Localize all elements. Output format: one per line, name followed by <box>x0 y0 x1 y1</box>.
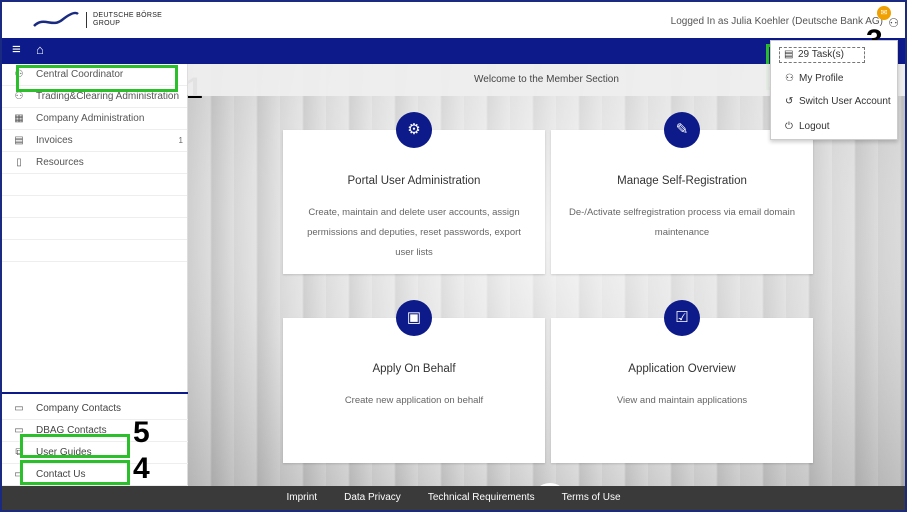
sidebar-item-label: Trading&Clearing Administration <box>36 91 180 102</box>
user-dropdown-menu: ▤ 29 Task(s) ⚇ My Profile ↺ Switch User Acc… <box>770 40 898 140</box>
logo-text: DEUTSCHE BÖRSE GROUP <box>86 12 162 28</box>
invoice-count-badge: 1 <box>178 136 183 145</box>
card-title: Portal User Administration <box>347 175 481 187</box>
card-description: Create new application on behalf <box>344 395 484 406</box>
registration-icon: ✎ <box>664 112 700 148</box>
logo-line-1: DEUTSCHE BÖRSE <box>93 12 163 19</box>
user-icon[interactable]: ⚇ <box>888 16 899 30</box>
logo-line-2: GROUP <box>93 20 121 27</box>
annotation-number-5: 5 <box>133 416 150 449</box>
logo-wave-icon <box>33 11 79 27</box>
sidebar-item-company-administration[interactable]: ▦ Company Administration <box>2 108 187 130</box>
sidebar-item-label: Resources <box>36 157 84 168</box>
sidebar-bottom-section: ▭ Company Contacts ▭ DBAG Contacts ⧉ Use… <box>2 392 188 486</box>
user-edit-icon: ⚇ <box>14 69 24 80</box>
footer-link-data-privacy[interactable]: Data Privacy <box>344 486 401 510</box>
sidebar-item-contact-us[interactable]: ▭ Contact Us <box>2 464 188 486</box>
card-manage-self-registration[interactable]: ✎ Manage Self-Registration De-/Activate … <box>551 112 813 274</box>
switch-icon: ↺ <box>785 96 794 107</box>
clipboard-icon: ▤ <box>784 49 794 60</box>
sidebar-item-label: Central Coordinator <box>36 69 124 80</box>
card-title: Manage Self-Registration <box>617 175 747 187</box>
apply-icon: ▣ <box>396 300 432 336</box>
sidebar-item-trading-clearing[interactable]: ⚇ Trading&Clearing Administration <box>2 86 187 108</box>
card-apply-on-behalf[interactable]: ▣ Apply On Behalf Create new application… <box>283 300 545 463</box>
sidebar-item-label: DBAG Contacts <box>36 425 107 436</box>
logout-label: Logout <box>799 121 830 132</box>
user-admin-icon: ⚇ <box>14 91 24 102</box>
power-icon: ⏻ <box>785 121 793 132</box>
annotation-number-4: 4 <box>133 452 150 485</box>
invoice-icon: ▤ <box>14 135 24 146</box>
home-icon[interactable]: ⌂ <box>36 42 44 57</box>
card-title: Apply On Behalf <box>372 363 456 375</box>
footer-link-terms-of-use[interactable]: Terms of Use <box>562 486 621 510</box>
hamburger-menu-icon[interactable]: ≡ <box>12 41 21 58</box>
user-settings-icon: ⚙ <box>396 112 432 148</box>
sidebar-item-company-contacts[interactable]: ▭ Company Contacts <box>2 398 188 420</box>
sidebar-item-invoices[interactable]: ▤ Invoices 1 <box>2 130 187 152</box>
sidebar-item-resources[interactable]: ▯ Resources <box>2 152 187 174</box>
top-header: DEUTSCHE BÖRSE GROUP Logged In as Julia … <box>2 2 905 38</box>
card-description: View and maintain applications <box>616 395 748 406</box>
contacts-icon: ▭ <box>14 403 24 414</box>
sidebar: ⚇ Central Coordinator ⚇ Trading&Clearing… <box>2 64 188 486</box>
sidebar-item-label: User Guides <box>36 447 92 458</box>
footer-link-technical-requirements[interactable]: Technical Requirements <box>428 486 535 510</box>
sidebar-empty-row <box>2 240 187 262</box>
building-icon: ▦ <box>14 113 24 124</box>
sidebar-item-central-coordinator[interactable]: ⚇ Central Coordinator <box>2 64 187 86</box>
tasks-label: 29 Task(s) <box>798 49 844 60</box>
logout-menu-item[interactable]: ⏻ Logout <box>785 121 830 132</box>
sidebar-item-user-guides[interactable]: ⧉ User Guides <box>2 442 188 464</box>
card-description: Create, maintain and delete user account… <box>307 207 521 258</box>
card-description: De-/Activate selfregistration process vi… <box>569 207 795 238</box>
deutsche-boerse-logo[interactable]: DEUTSCHE BÖRSE GROUP <box>32 8 162 32</box>
sidebar-empty-row <box>2 218 187 240</box>
sidebar-item-label: Company Administration <box>36 113 145 124</box>
switch-user-menu-item[interactable]: ↺ Switch User Account <box>785 96 891 107</box>
tasks-menu-item[interactable]: ▤ 29 Task(s) <box>779 47 865 63</box>
card-portal-user-administration[interactable]: ⚙ Portal User Administration Create, mai… <box>283 112 545 274</box>
sidebar-item-dbag-contacts[interactable]: ▭ DBAG Contacts <box>2 420 188 442</box>
sidebar-item-label: Contact Us <box>36 469 86 480</box>
checklist-icon: ☑ <box>664 300 700 336</box>
sidebar-item-label: Company Contacts <box>36 403 122 414</box>
document-icon: ▯ <box>16 157 22 168</box>
card-title: Application Overview <box>628 363 736 375</box>
footer-link-imprint[interactable]: Imprint <box>286 486 317 510</box>
my-profile-menu-item[interactable]: ⚇ My Profile <box>785 73 843 84</box>
book-icon: ⧉ <box>15 447 23 458</box>
user-icon: ⚇ <box>785 73 794 84</box>
my-profile-label: My Profile <box>799 73 844 84</box>
switch-user-label: Switch User Account <box>799 96 891 107</box>
sidebar-empty-row <box>2 174 187 196</box>
login-status: Logged In as Julia Koehler (Deutsche Ban… <box>670 16 883 27</box>
mail-icon: ▭ <box>14 469 24 480</box>
contacts-icon: ▭ <box>14 425 24 436</box>
sidebar-divider <box>2 392 188 394</box>
sidebar-item-label: Invoices <box>36 135 73 146</box>
card-application-overview[interactable]: ☑ Application Overview View and maintain… <box>551 300 813 463</box>
footer: Imprint Data Privacy Technical Requireme… <box>2 486 905 510</box>
sidebar-empty-row <box>2 196 187 218</box>
